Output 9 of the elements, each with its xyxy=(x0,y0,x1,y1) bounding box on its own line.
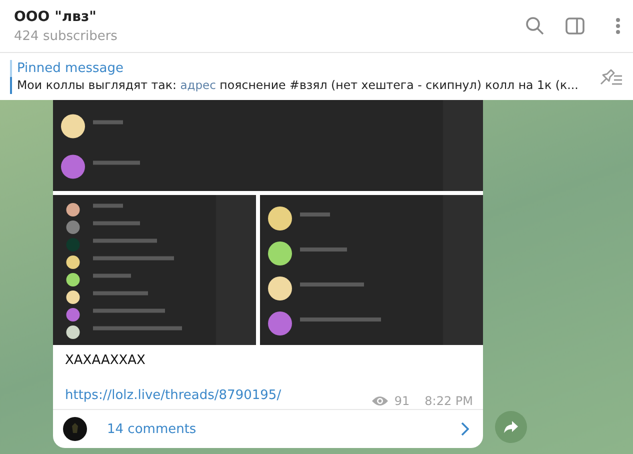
view-count: 91 xyxy=(394,394,410,408)
pinned-label: Pinned message xyxy=(17,61,124,76)
channel-title: ООО "лвз" xyxy=(14,8,98,24)
message-text: XAXAAXXAX xyxy=(64,352,146,368)
message-link[interactable]: https://lolz.live/threads/8790195/ xyxy=(65,388,282,403)
pinned-text: Мои коллы выглядят так: адрес пояснение #взял (нет хештега - скипнул) колл на 1к (к... xyxy=(17,78,580,92)
message-time: 8:22 PM xyxy=(424,394,473,408)
comments-button[interactable]: 14 comments xyxy=(53,409,483,448)
subscriber-count: 424 subscribers xyxy=(14,28,118,44)
